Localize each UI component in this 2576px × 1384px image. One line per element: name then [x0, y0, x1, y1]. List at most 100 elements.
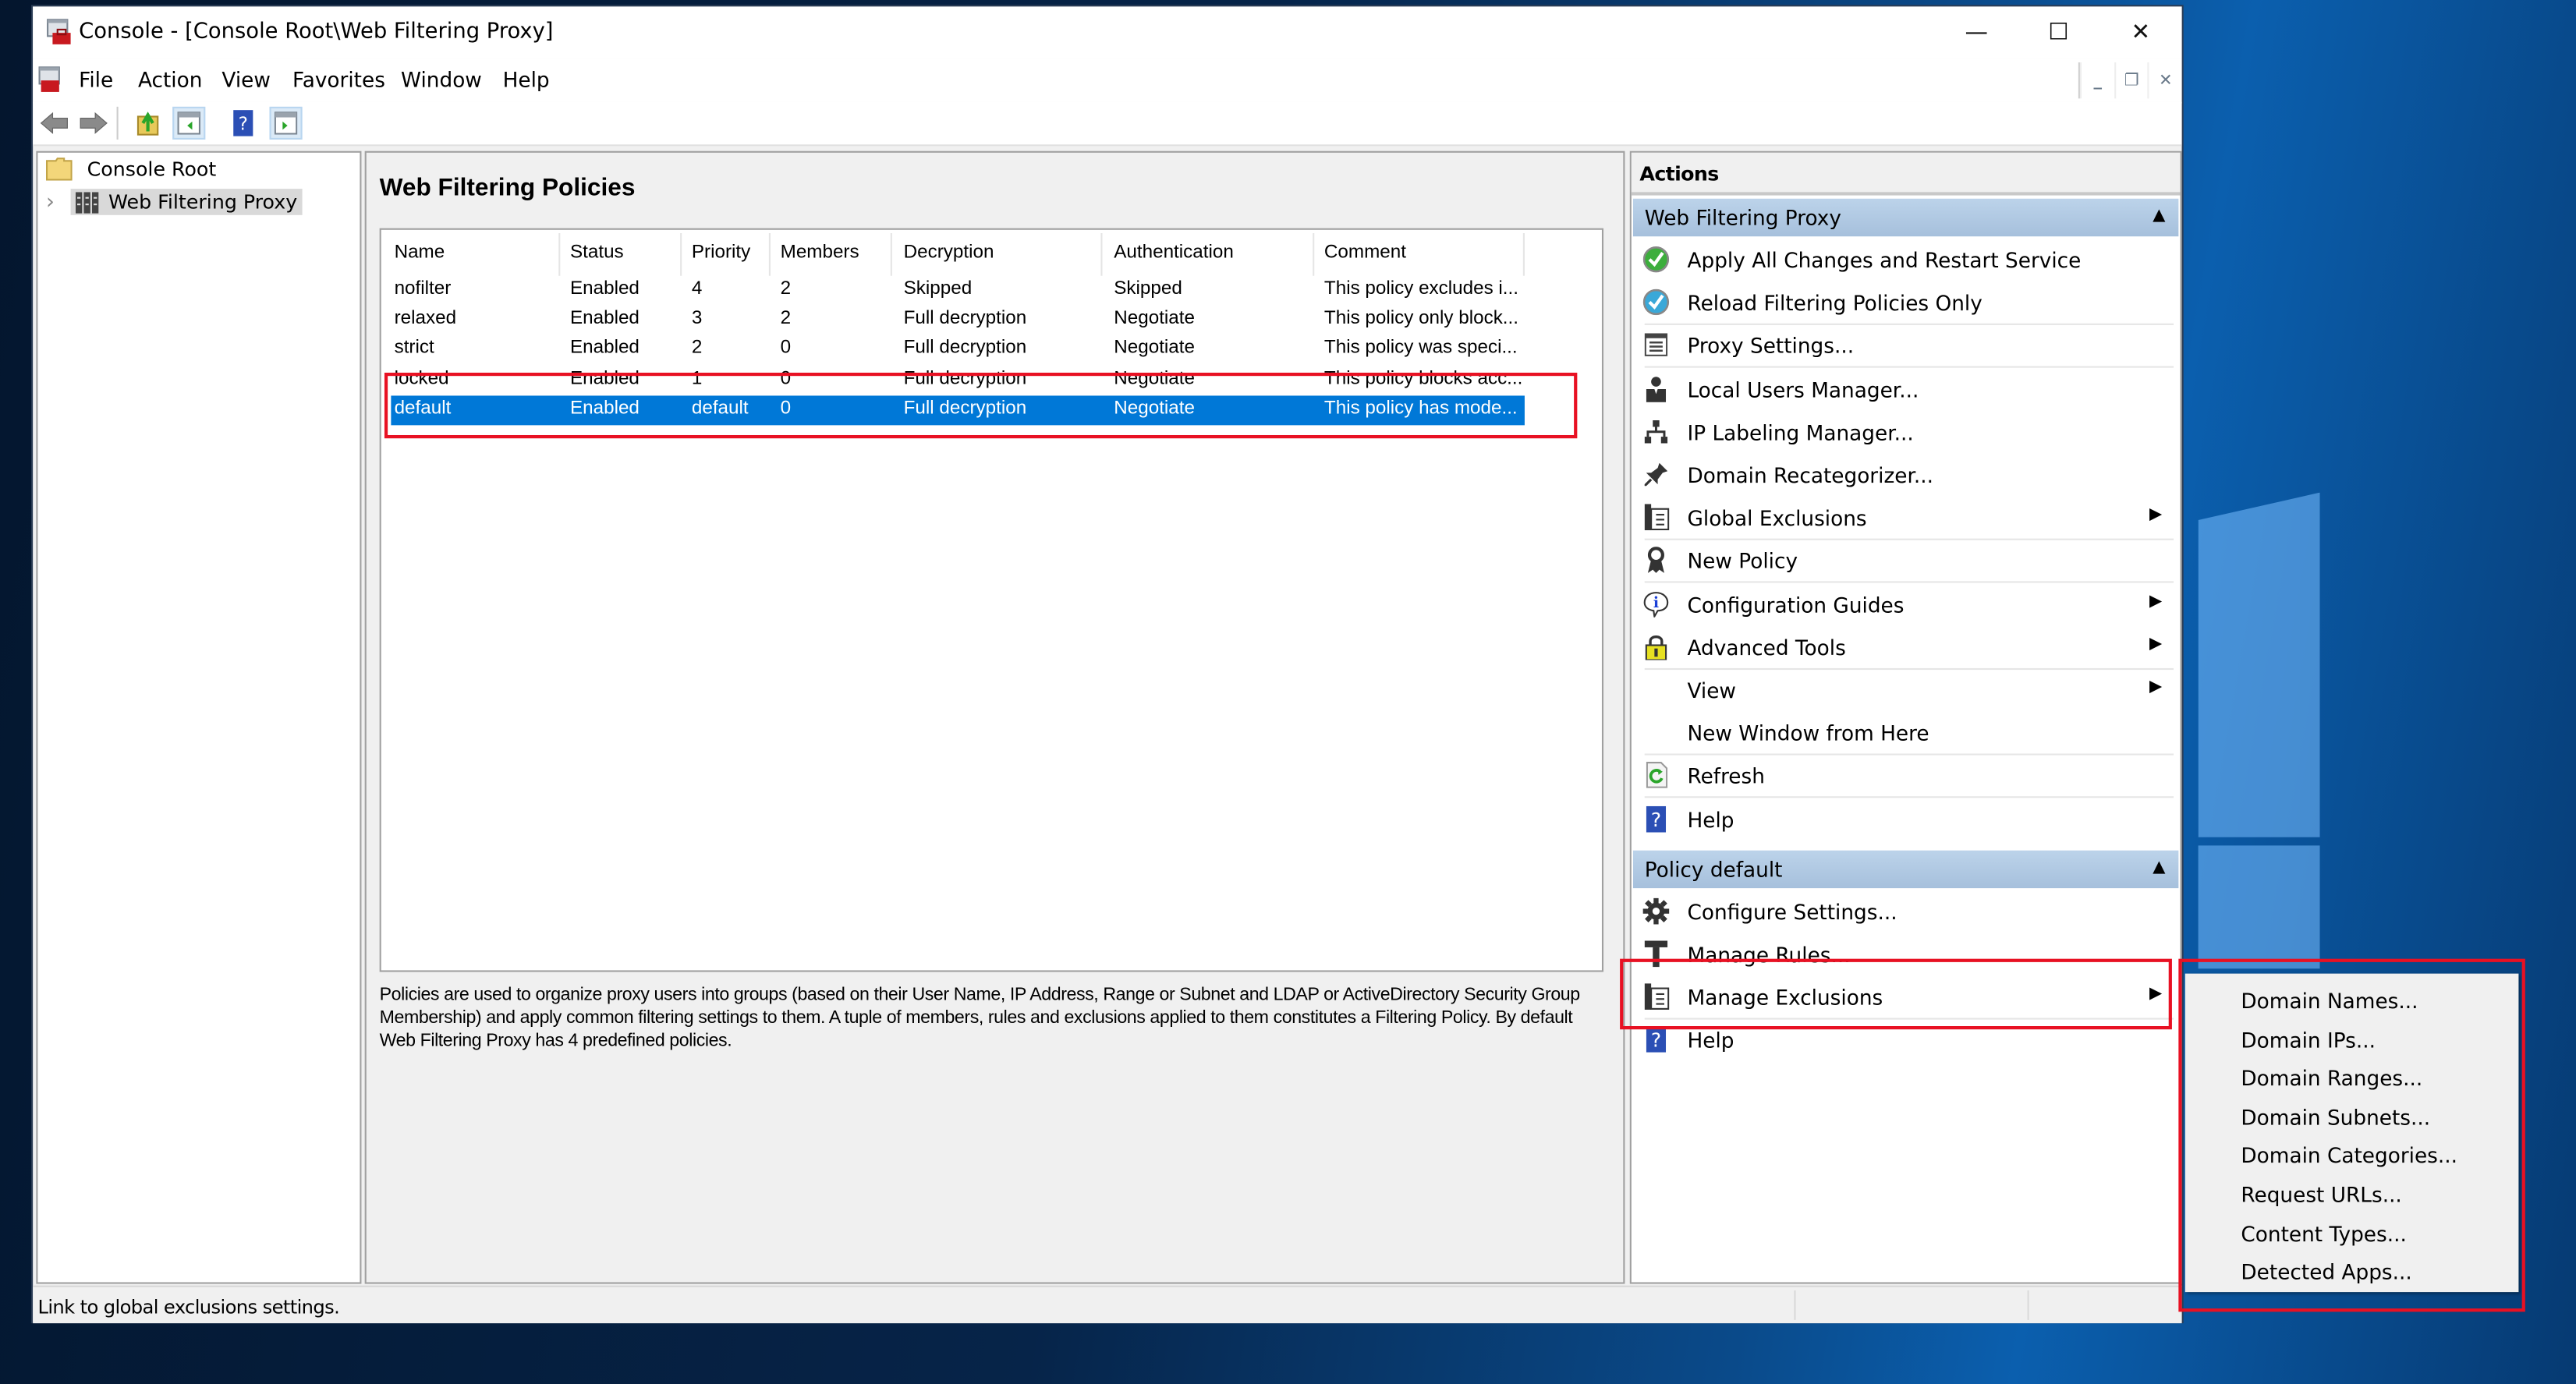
collapse-triangle-icon[interactable]: ▲ [2153, 207, 2165, 225]
show-hide-console-tree-button[interactable] [172, 106, 206, 140]
menu-file[interactable]: File [79, 67, 113, 92]
action-item[interactable]: IP Labeling Manager... [1633, 412, 2175, 453]
action-item[interactable]: Manage Exclusions ▶ [1633, 977, 2175, 1018]
column-header-authentication[interactable]: Authentication [1114, 243, 1234, 263]
mdi-close-button[interactable]: ✕ [2148, 62, 2182, 99]
cell-priority: 2 [691, 338, 703, 359]
submenu-item[interactable]: Content Types... [2185, 1214, 2519, 1251]
table-row[interactable]: relaxed Enabled 3 2 Full decryption Negotiate… [391, 306, 1525, 335]
action-item[interactable]: Advanced Tools ▶ [1633, 627, 2175, 668]
table-row[interactable]: locked Enabled 1 0 Full decryption Negotiate T… [391, 366, 1525, 395]
submenu-item-label: Domain Categories... [2241, 1143, 2458, 1168]
action-item-label: Refresh [1687, 763, 1765, 789]
results-pane: Web Filtering Policies Name Status Prior… [364, 150, 1625, 1284]
tree-item-console-root[interactable]: Console Root [45, 158, 217, 181]
submenu-item[interactable]: Request URLs... [2185, 1176, 2519, 1213]
submenu-item[interactable]: Domain IPs... [2185, 1021, 2519, 1058]
title-bar[interactable]: Console - [Console Root\Web Filtering Pr… [33, 6, 2182, 59]
tree-item-web-filtering-proxy[interactable]: › Web Filtering Proxy [46, 189, 303, 215]
policies-list[interactable]: Name Status Priority Members Decryption … [379, 228, 1604, 972]
action-item-label: Local Users Manager... [1687, 377, 1919, 402]
minimize-button[interactable]: — [1936, 6, 2018, 58]
forward-button[interactable] [77, 107, 110, 140]
back-button[interactable] [37, 107, 70, 140]
action-group-header[interactable]: Web Filtering Proxy ▲ [1632, 198, 2179, 237]
cell-status: Enabled [569, 338, 640, 359]
menu-favorites[interactable]: Favorites [292, 67, 385, 92]
help-toolbar-button[interactable]: ? [227, 107, 260, 140]
column-divider[interactable] [768, 232, 771, 276]
action-item[interactable]: ? Help [1633, 1020, 2175, 1061]
cell-authentication: Skipped [1114, 278, 1182, 299]
column-divider[interactable] [890, 232, 892, 276]
status-text: Link to global exclusions settings. [37, 1295, 340, 1319]
cell-decryption: Full decryption [903, 309, 1027, 329]
console-tree-pane: Console Root › Web Filtering Proxy [36, 150, 362, 1284]
forward-arrow-icon [80, 111, 108, 134]
action-item[interactable]: View ▶ [1633, 670, 2175, 711]
console-menu-icon[interactable] [37, 65, 64, 94]
column-header-name[interactable]: Name [395, 243, 445, 263]
action-item[interactable]: Domain Recategorizer... [1633, 455, 2175, 496]
action-item[interactable]: New Window from Here [1633, 713, 2175, 754]
column-divider[interactable] [680, 232, 682, 276]
submenu-arrow-icon: ▶ [2149, 505, 2163, 525]
cell-name: strict [394, 338, 434, 359]
action-item[interactable]: Configure Settings... [1633, 891, 2175, 933]
action-item[interactable]: Proxy Settings... [1633, 326, 2175, 367]
column-divider[interactable] [1313, 232, 1315, 276]
up-one-level-button[interactable] [132, 107, 165, 140]
submenu-item[interactable]: Domain Subnets... [2185, 1098, 2519, 1135]
submenu-item[interactable]: Detected Apps... [2185, 1253, 2519, 1290]
column-header-status[interactable]: Status [570, 243, 624, 263]
collapse-triangle-icon[interactable]: ▲ [2153, 858, 2165, 876]
action-item[interactable]: ? Help [1633, 799, 2175, 841]
action-item[interactable]: New Policy [1633, 541, 2175, 582]
action-item[interactable]: Apply All Changes and Restart Service [1633, 239, 2175, 281]
mdi-restore-button[interactable]: ❐ [2114, 62, 2149, 99]
column-header-comment[interactable]: Comment [1324, 243, 1406, 263]
close-button[interactable]: ✕ [2099, 6, 2181, 58]
table-row[interactable]: nofilter Enabled 4 2 Skipped Skipped This poli… [391, 276, 1525, 306]
submenu-item-label: Content Types... [2241, 1220, 2407, 1246]
column-header-priority[interactable]: Priority [692, 243, 750, 263]
action-group-header[interactable]: Policy default ▲ [1632, 850, 2179, 888]
close-icon: ✕ [2131, 19, 2151, 46]
status-divider [2027, 1290, 2029, 1320]
column-header-decryption[interactable]: Decryption [904, 243, 994, 263]
submenu-item[interactable]: Domain Names... [2185, 982, 2519, 1019]
expand-chevron-icon[interactable]: › [46, 189, 62, 214]
action-separator [1644, 667, 2174, 670]
column-divider[interactable] [1100, 232, 1103, 276]
menu-view[interactable]: View [221, 67, 271, 92]
column-divider[interactable] [1522, 232, 1525, 276]
table-row[interactable]: default Enabled default 0 Full decryption Neg… [391, 395, 1525, 425]
action-item-label: New Policy [1687, 549, 1798, 574]
menu-window[interactable]: Window [401, 67, 482, 92]
submenu-item[interactable]: Domain Ranges... [2185, 1060, 2519, 1097]
menu-action[interactable]: Action [138, 67, 202, 92]
column-divider[interactable] [558, 232, 561, 276]
column-header-members[interactable]: Members [781, 243, 859, 263]
action-item[interactable]: Refresh [1633, 756, 2175, 797]
cell-decryption: Skipped [903, 278, 973, 299]
show-hide-action-pane-button[interactable] [269, 106, 303, 140]
action-item[interactable]: Local Users Manager... [1633, 369, 2175, 410]
action-item[interactable]: Reload Filtering Policies Only [1633, 283, 2175, 324]
cell-comment: This policy has mode... [1323, 398, 1518, 419]
cell-name: default [394, 398, 452, 419]
action-item[interactable]: i Configuration Guides ▶ [1633, 584, 2175, 625]
submenu-item-label: Request URLs... [2241, 1182, 2402, 1207]
action-separator [1644, 366, 2174, 368]
page-title: Web Filtering Policies [379, 174, 636, 202]
submenu-item[interactable]: Domain Categories... [2185, 1137, 2519, 1174]
mdi-minimize-button[interactable]: _ [2079, 62, 2114, 99]
table-row[interactable]: strict Enabled 2 0 Full decryption Negotiate T… [391, 335, 1525, 365]
tree-item-label: Console Root [87, 158, 217, 181]
action-item-label: Reload Filtering Policies Only [1687, 291, 1982, 316]
cell-decryption: Full decryption [903, 338, 1027, 359]
maximize-button[interactable]: ☐ [2018, 6, 2099, 58]
action-item[interactable]: Global Exclusions ▶ [1633, 497, 2175, 539]
menu-help[interactable]: Help [503, 67, 550, 92]
action-item[interactable]: Manage Rules... [1633, 934, 2175, 975]
